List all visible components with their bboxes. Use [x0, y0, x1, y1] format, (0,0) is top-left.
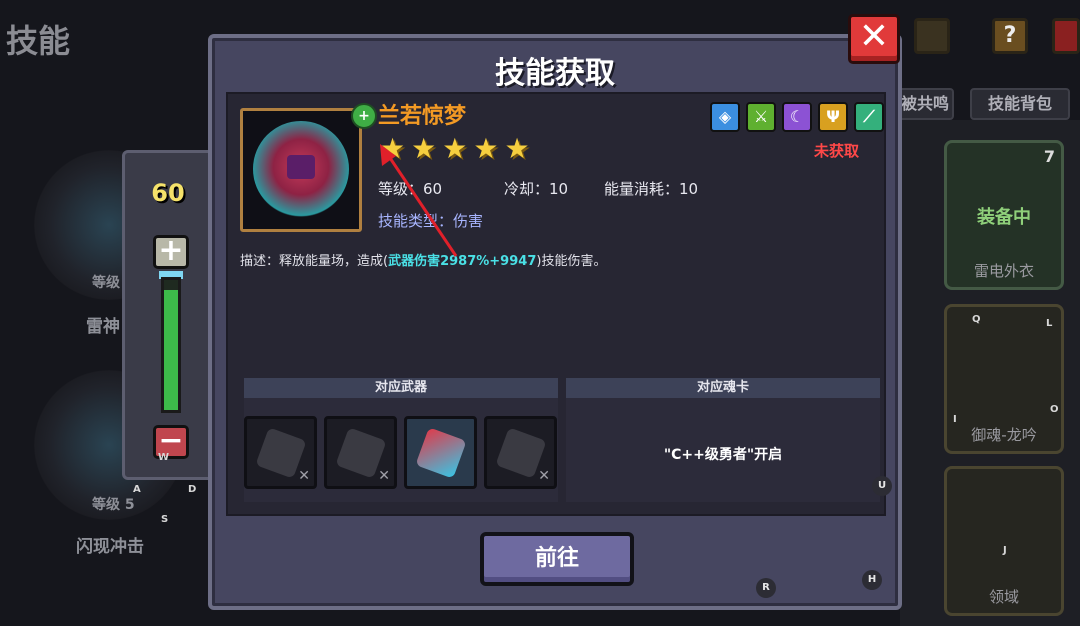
annotation-arrow [380, 144, 458, 257]
